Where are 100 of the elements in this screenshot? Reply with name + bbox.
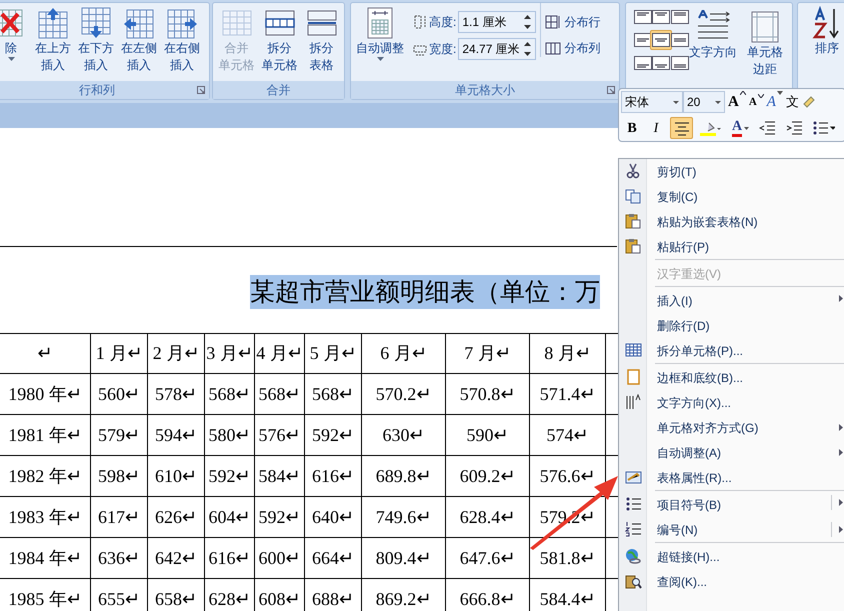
styles-button[interactable]: A	[766, 90, 783, 114]
align-icon	[670, 33, 689, 47]
ribbon-button[interactable]: 自动调整	[353, 3, 407, 61]
table-cell: 1983 年↵	[8, 506, 82, 526]
table-cell: 560↵	[98, 384, 140, 404]
table-cell: 1984 年↵	[8, 548, 82, 568]
ribbon-button[interactable]: 在左侧 插入	[118, 3, 160, 74]
menu-item[interactable]: 表格属性(R)...	[619, 465, 844, 490]
phonetic-guide-button[interactable]: 文	[786, 92, 799, 112]
bullets-icon	[813, 120, 836, 136]
menu-item[interactable]: 项目符号(B)	[619, 490, 844, 517]
menu-item[interactable]: 自动调整(A)	[619, 440, 844, 465]
ribbon-button[interactable]: 文字方向	[686, 7, 740, 61]
center-align-icon	[673, 120, 690, 136]
table-cell: 608↵	[258, 588, 300, 608]
font-size-dropdown[interactable]: 20	[683, 91, 725, 113]
column-header: 2 月↵	[152, 343, 200, 363]
numbering-icon	[624, 521, 642, 538]
ribbon-button[interactable]: 单元格 边距	[744, 7, 786, 78]
column-header: ↵	[38, 343, 52, 363]
align-button[interactable]	[632, 53, 654, 73]
table-cell: 628.4↵	[460, 506, 516, 526]
menu-item[interactable]: 拆分单元格(P)...	[619, 338, 844, 363]
menu-item[interactable]: 复制(C)	[619, 184, 844, 209]
increase-indent-icon	[786, 120, 804, 136]
globe-icon	[624, 548, 642, 565]
table-cell: 658↵	[155, 588, 197, 608]
italic-button[interactable]: I	[646, 117, 666, 139]
menu-item[interactable]: 边框和底纹(B)...	[619, 363, 844, 390]
menu-item[interactable]: 剪切(T)	[619, 159, 844, 184]
menu-item[interactable]: 编号(N)	[619, 517, 844, 542]
column-header: 3 月↵	[206, 343, 253, 363]
text-direction-icon	[624, 394, 642, 411]
table-cell: 592↵	[312, 424, 354, 444]
table-cell: 570.8↵	[460, 384, 516, 404]
center-button[interactable]	[670, 117, 693, 139]
table-cell: 576↵	[258, 424, 300, 444]
table-cell: 579↵	[98, 424, 140, 444]
table-cell: 1980 年↵	[8, 384, 82, 404]
table-cell: 584↵	[258, 466, 300, 486]
column-header: 7 月↵	[464, 343, 511, 363]
menu-item[interactable]: 删除行(D)	[619, 313, 844, 338]
insert-row-above-icon	[36, 6, 70, 40]
table-cell: 592↵	[208, 466, 250, 486]
align-button[interactable]	[632, 7, 654, 27]
align-icon	[652, 33, 670, 47]
table-cell: 1985 年↵	[8, 588, 82, 608]
align-icon	[634, 10, 652, 24]
menu-item[interactable]: 超链接(H)...	[619, 542, 844, 569]
align-icon	[634, 33, 652, 47]
bullets-icon	[624, 496, 642, 513]
menu-item[interactable]: 查阅(K)...	[619, 569, 844, 594]
spinner-field[interactable]: 24.77 厘米	[458, 38, 536, 60]
font-color-button[interactable]: A	[729, 117, 752, 139]
submenu-arrow-icon	[839, 295, 843, 302]
table-cell: 571.4↵	[540, 384, 596, 404]
menu-item[interactable]: 单元格对齐方式(G)	[619, 415, 844, 440]
ribbon-button[interactable]: 在下方 插入	[75, 3, 117, 74]
ribbon-button[interactable]: 在右侧 插入	[161, 3, 203, 74]
align-button[interactable]	[650, 7, 672, 27]
align-icon	[652, 56, 670, 70]
submenu-arrow-icon	[839, 449, 843, 456]
group-label: 合并	[266, 82, 290, 99]
align-button[interactable]	[668, 53, 691, 73]
ribbon-button[interactable]: 拆分 表格	[302, 3, 342, 74]
ribbon-button[interactable]: 在上方 插入	[32, 3, 74, 74]
font-dropdown[interactable]: 宋体	[621, 91, 683, 113]
align-button[interactable]	[668, 30, 691, 50]
table-cell: 689.8↵	[376, 466, 432, 486]
decrease-indent-icon	[759, 120, 776, 136]
table-cell: 655↵	[98, 588, 140, 608]
table-cell: 626↵	[155, 506, 197, 526]
shrink-font-button[interactable]: A	[748, 94, 764, 110]
bold-button[interactable]: B	[622, 117, 642, 139]
table-cell: 570.2↵	[376, 384, 432, 404]
group-label: 单元格大小	[455, 82, 515, 99]
menu-item[interactable]: 粘贴为嵌套表格(N)	[619, 209, 844, 234]
ribbon-button[interactable]: 除	[0, 3, 31, 61]
ribbon-button[interactable]: 分布列	[545, 39, 600, 57]
align-icon	[652, 10, 670, 24]
menu-item[interactable]: 粘贴行(P)	[619, 234, 844, 259]
table-cell: 688↵	[312, 588, 354, 608]
brush-icon	[802, 95, 816, 109]
menu-item[interactable]: 文字方向(X)...	[619, 390, 844, 415]
table-title: 某超市营业额明细表（单位：万	[250, 275, 600, 309]
format-painter-button[interactable]	[802, 95, 816, 109]
column-header: 4 月↵	[256, 343, 303, 363]
align-button[interactable]	[650, 30, 672, 50]
table-cell: 592↵	[258, 506, 300, 526]
align-button[interactable]	[650, 53, 672, 73]
menu-item[interactable]: 插入(I)	[619, 286, 844, 313]
ribbon-button[interactable]: 分布行	[545, 13, 600, 31]
align-button[interactable]	[668, 7, 691, 27]
table-cell: 616↵	[312, 466, 354, 486]
ribbon-button[interactable]: 排序	[807, 3, 844, 57]
align-icon	[634, 56, 652, 70]
align-icon	[670, 56, 689, 70]
ribbon-button[interactable]: 拆分 单元格	[258, 3, 300, 74]
grow-font-button[interactable]: A	[728, 90, 746, 114]
spinner-field[interactable]: 1.1 厘米	[458, 11, 536, 33]
